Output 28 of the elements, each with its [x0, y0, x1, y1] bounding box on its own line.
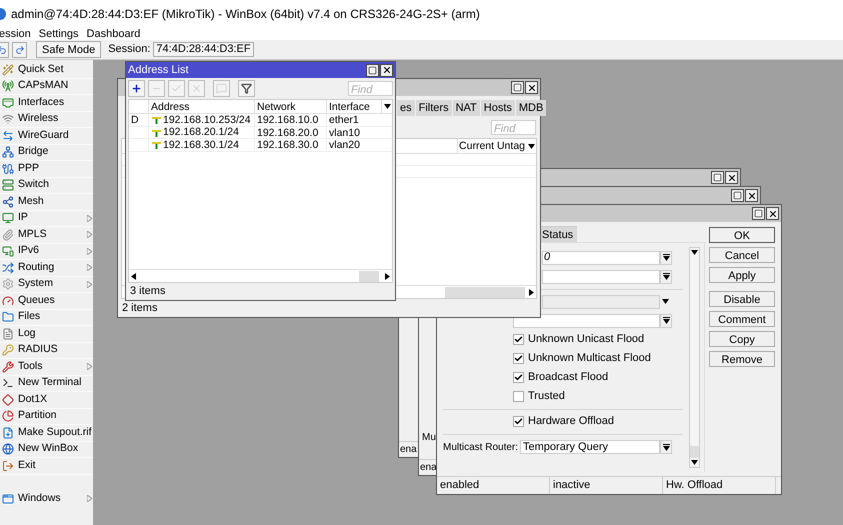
table-cell-text: ether1	[328, 114, 360, 126]
status-text: ena	[420, 461, 437, 475]
window-title: Address List	[128, 62, 189, 78]
status-cell: Hw. Offload	[663, 477, 776, 494]
status-text: ena	[400, 443, 417, 457]
flag-cell: D	[131, 114, 139, 126]
checkbox-label: Hardware Offload	[528, 414, 614, 430]
table-cell: 192.168.30.0	[255, 139, 327, 150]
checkbox-label: Unknown Multicast Flood	[528, 351, 651, 366]
status-cell: enabled	[437, 477, 550, 494]
checkbox-label: Trusted	[528, 389, 565, 404]
table-cell-text: vlan20	[328, 139, 361, 150]
table-cell: 192.168.10.0	[255, 114, 327, 126]
window-title: admin@74:4D:28:44:D3:EF (MikroTik) - WinBox (64bit) v7.4 on CRS326-24G-2S+ (arm)	[11, 6, 480, 23]
checkbox-label: Unknown Unicast Flood	[528, 332, 644, 348]
field-label: Mu	[422, 431, 436, 445]
status-text: 2 items	[122, 300, 158, 316]
session-label: Session:	[108, 42, 150, 58]
table-cell: 192.168.20.0	[255, 126, 327, 138]
table-cell-text: vlan10	[328, 126, 361, 138]
field-label: Multicast Router:	[443, 440, 518, 454]
session-field: 74:4D:28:44:D3:EF	[153, 42, 254, 57]
status-text: 3 items	[130, 284, 166, 300]
table-cell: 192.168.30.1/24	[163, 138, 239, 151]
status-cell: inactive	[550, 477, 663, 494]
table-cell: 192.168.10.253/24	[163, 114, 251, 126]
table-cell: 192.168.20.1/24	[163, 126, 239, 138]
checkbox-label: Broadcast Flood	[528, 370, 608, 386]
